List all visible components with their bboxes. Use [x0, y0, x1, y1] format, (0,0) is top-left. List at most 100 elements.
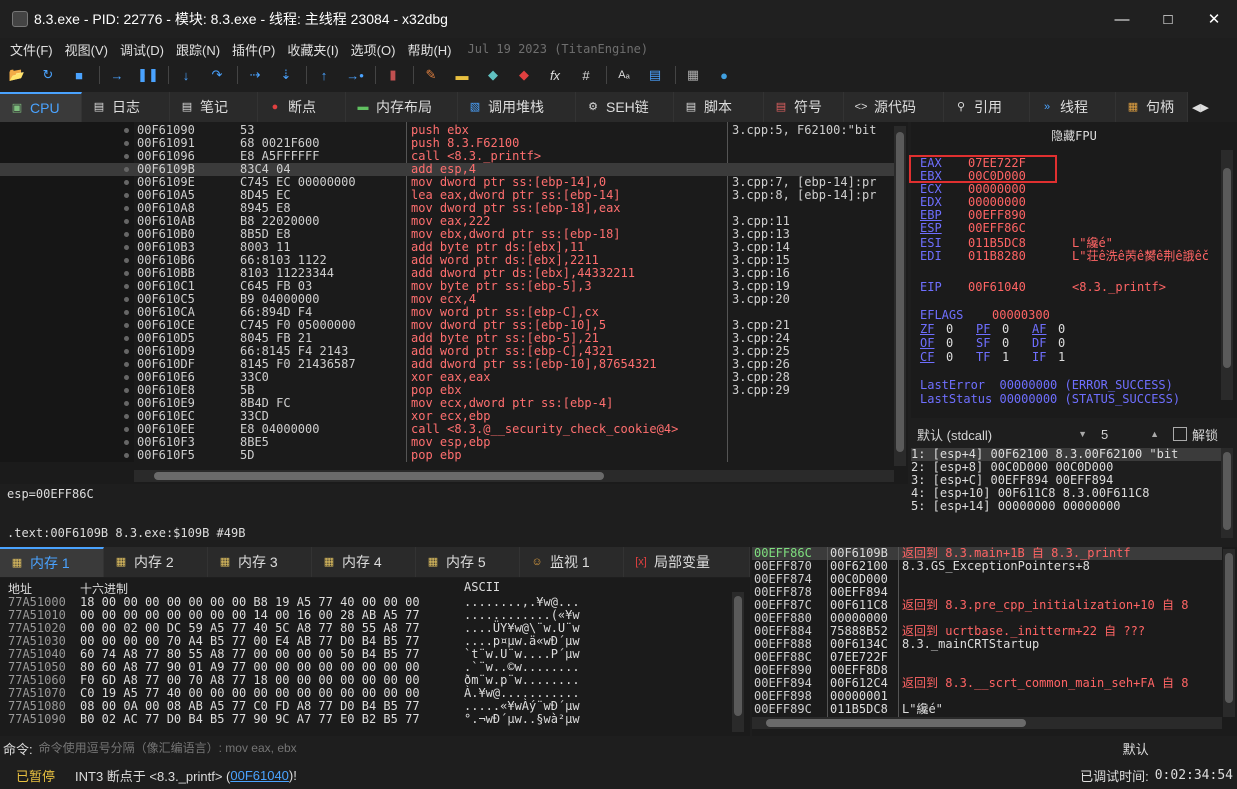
register-value[interactable]: 00000000 [968, 182, 1072, 196]
flag-value[interactable]: 1 [1058, 350, 1088, 364]
function-icon[interactable]: ◆ [513, 64, 535, 86]
stack-row[interactable]: 00EFF870 00F62100 8.3.GS_ExceptionPointers… [752, 560, 1222, 573]
hash-icon[interactable]: # [575, 64, 597, 86]
disassembly-vscroll[interactable] [894, 126, 906, 466]
flag-value[interactable]: 0 [1002, 336, 1032, 350]
run-to-user-icon[interactable]: →• [344, 64, 366, 86]
register-value[interactable]: 00F61040 [968, 280, 1072, 294]
register-row[interactable]: ECX 00000000 [920, 182, 1072, 196]
register-value[interactable]: 00EFF86C [968, 221, 1072, 235]
ref-icon[interactable]: ▤ [644, 64, 666, 86]
breakpoint-dot[interactable] [124, 232, 129, 237]
dump-vscroll[interactable] [732, 592, 744, 732]
stack-arg-row[interactable]: 5: [esp+14] 00000000 00000000 [911, 500, 1221, 513]
breakpoint-dot[interactable] [124, 258, 129, 263]
last-error-row[interactable]: LastError 00000000 (ERROR_SUCCESS) [920, 378, 1173, 392]
hide-fpu-button[interactable]: 隐藏FPU [911, 127, 1237, 144]
dump-hex[interactable]: B0 02 AC 77 D0 B4 B5 77 90 9C A7 77 E0 B… [80, 713, 420, 726]
register-row-eip[interactable]: EIP 00F61040 <8.3._printf> [920, 280, 1166, 294]
register-value[interactable]: 011B8280 [968, 249, 1072, 263]
breakpoint-dot[interactable] [124, 362, 129, 367]
arg-count-spinner[interactable]: 5 ▲ [1097, 423, 1159, 445]
stack-arguments[interactable]: 1: [esp+4] 00F62100 8.3.00F62100 "bit 2:… [911, 448, 1221, 538]
breakpoint-dot[interactable] [124, 206, 129, 211]
tab-memory-4[interactable]: ▦ 内存 4 [312, 547, 416, 577]
stack-row[interactable]: 00EFF88C 07EE722F [752, 651, 1222, 664]
breakpoint-dot[interactable] [124, 193, 129, 198]
fx-icon[interactable]: fx [544, 64, 566, 86]
breakpoint-dot[interactable] [124, 375, 129, 380]
stop-icon[interactable]: ■ [68, 64, 90, 86]
disassembly-hscroll[interactable] [134, 470, 894, 482]
tab-memory-2[interactable]: ▦ 内存 2 [104, 547, 208, 577]
tab-memory-5[interactable]: ▦ 内存 5 [416, 547, 520, 577]
calling-convention-select[interactable]: 默认 (stdcall) ▼ [915, 423, 1087, 445]
breakpoint-dot[interactable] [124, 427, 129, 432]
execute-till-return-icon[interactable]: ↑ [313, 64, 335, 86]
disasm-row[interactable]: 00F610F5 5D pop ebp [0, 449, 894, 462]
command-input[interactable] [38, 738, 1119, 758]
tab-notes[interactable]: ▤ 笔记 [170, 92, 258, 122]
breakpoint-dot[interactable] [124, 141, 129, 146]
trace-over-icon[interactable]: ⇣ [275, 64, 297, 86]
breakpoint-dot[interactable] [124, 284, 129, 289]
command-mode-select[interactable]: 默认 [1123, 739, 1149, 758]
unlock-checkbox[interactable] [1173, 427, 1187, 441]
registers-vscroll[interactable] [1221, 150, 1233, 400]
menu-trace[interactable]: 跟踪(N) [170, 40, 226, 59]
flag-value[interactable]: 0 [1002, 322, 1032, 336]
breakpoint-dot[interactable] [124, 245, 129, 250]
breakpoint-dot[interactable] [124, 219, 129, 224]
breakpoint-dot[interactable] [124, 336, 129, 341]
breakpoint-dot[interactable] [124, 128, 129, 133]
tab-memory-1[interactable]: ▦ 内存 1 [0, 547, 104, 577]
stack-args-vscroll[interactable] [1221, 448, 1233, 538]
breakpoint-dot[interactable] [124, 154, 129, 159]
stack-view[interactable]: 00EFF86C 00F6109B 返回到 8.3.main+1B 自 8.3._p… [752, 547, 1237, 736]
tab-memory-map[interactable]: ▬ 内存布局 [346, 92, 458, 122]
minimize-button[interactable]: — [1099, 0, 1145, 38]
maximize-button[interactable]: □ [1145, 0, 1191, 38]
menu-plugins[interactable]: 插件(P) [226, 40, 281, 59]
last-status-row[interactable]: LastStatus 00000000 (STATUS_SUCCESS) [920, 392, 1180, 406]
restart-icon[interactable]: ↻ [37, 64, 59, 86]
register-row[interactable]: EDI 011B8280 L"荘ê洗ê苪ê膥ê荆ê誐êč [920, 247, 1209, 264]
step-over-icon[interactable]: ↷ [206, 64, 228, 86]
flag-value[interactable]: 0 [946, 336, 976, 350]
menu-favourites[interactable]: 收藏夹(I) [281, 40, 344, 59]
breakpoint-dot[interactable] [124, 388, 129, 393]
register-value[interactable]: 00EFF890 [968, 208, 1072, 222]
breakpoint-dot[interactable] [124, 180, 129, 185]
menu-help[interactable]: 帮助(H) [401, 40, 457, 59]
menu-view[interactable]: 视图(V) [59, 40, 114, 59]
breakpoint-dot[interactable] [124, 401, 129, 406]
tab-locals[interactable]: [x] 局部变量 [624, 547, 750, 577]
stack-row[interactable]: 00EFF898 00000001 [752, 690, 1222, 703]
globe-icon[interactable]: ● [713, 64, 735, 86]
tab-memory-3[interactable]: ▦ 内存 3 [208, 547, 312, 577]
breakpoint-dot[interactable] [124, 440, 129, 445]
flag-value[interactable]: 0 [946, 350, 976, 364]
stack-row[interactable]: 00EFF874 00C0D000 [752, 573, 1222, 586]
patch-icon[interactable]: ▮ [382, 64, 404, 86]
tab-cpu[interactable]: ▣ CPU [0, 92, 82, 122]
menu-debug[interactable]: 调试(D) [114, 40, 170, 59]
flag-row[interactable]: OF 0 SF 0 DF 0 [920, 336, 1088, 350]
breakpoint-dot[interactable] [124, 297, 129, 302]
stack-row[interactable]: 00EFF888 00F6134C 8.3._mainCRTStartup [752, 638, 1222, 651]
register-row[interactable]: EBP 00EFF890 [920, 208, 1072, 222]
tab-source[interactable]: <> 源代码 [844, 92, 944, 122]
comment-icon[interactable]: ✎ [420, 64, 442, 86]
memory-dump[interactable]: 地址 十六进制 ASCII 77A51000 18 00 00 00 00 00 … [0, 578, 750, 736]
flag-row[interactable]: ZF 0 PF 0 AF 0 [920, 322, 1088, 336]
tab-threads[interactable]: » 线程 [1030, 92, 1116, 122]
tab-script[interactable]: ▤ 脚本 [674, 92, 764, 122]
calculator-icon[interactable]: ▦ [682, 64, 704, 86]
stack-row[interactable]: 00EFF894 00F612C4 返回到 8.3.__scrt_common_ma… [752, 677, 1222, 690]
breakpoint-dot[interactable] [124, 167, 129, 172]
open-folder-icon[interactable]: 📂 [6, 64, 28, 86]
breakpoint-dot[interactable] [124, 453, 129, 458]
tab-watch-1[interactable]: ☺ 监视 1 [520, 547, 624, 577]
tab-log[interactable]: ▤ 日志 [82, 92, 170, 122]
stack-hscroll[interactable] [752, 717, 1222, 729]
